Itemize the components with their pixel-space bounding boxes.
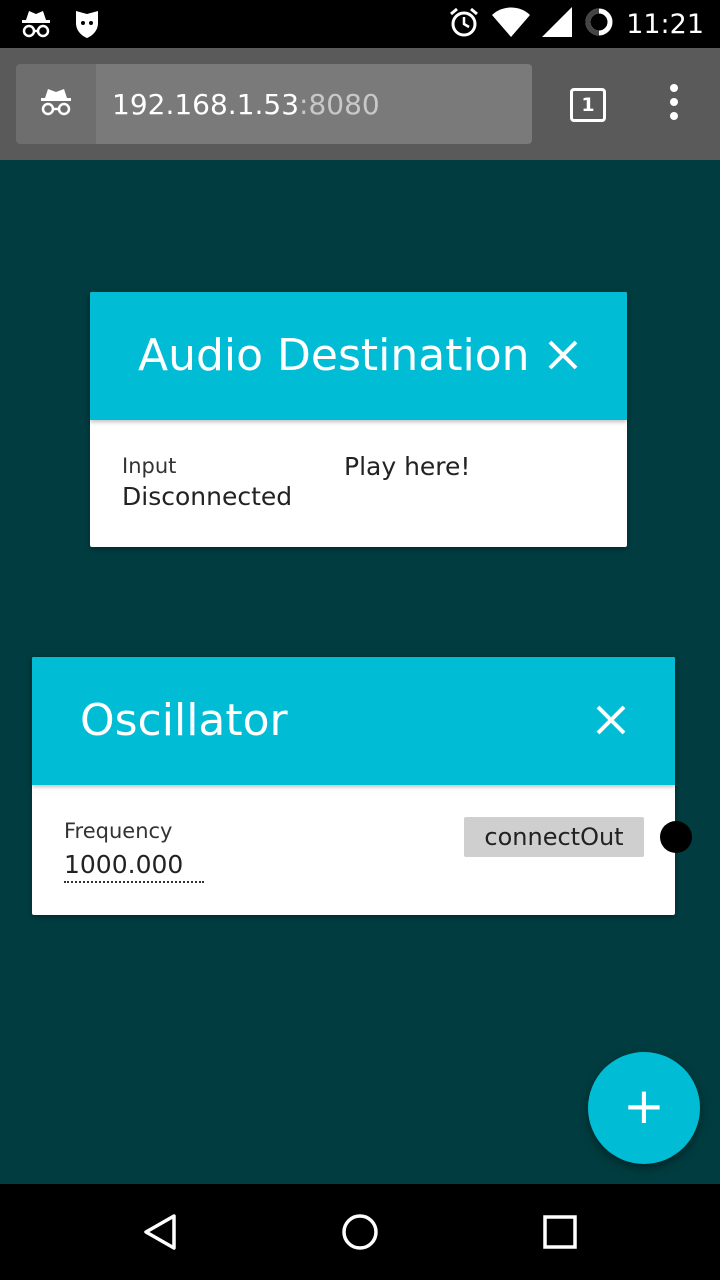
add-node-button[interactable]: + bbox=[588, 1052, 700, 1164]
frequency-label: Frequency bbox=[64, 819, 173, 843]
output-port-handle[interactable] bbox=[660, 821, 692, 853]
frequency-input[interactable] bbox=[64, 847, 204, 883]
card-header: Audio Destination bbox=[90, 292, 627, 420]
signal-icon bbox=[542, 7, 573, 41]
clock-time: 11:21 bbox=[626, 8, 704, 40]
back-icon[interactable] bbox=[140, 1212, 180, 1256]
audio-destination-card: Audio Destination Input Disconnected Pla… bbox=[90, 292, 627, 547]
tab-switcher-button[interactable]: 1 bbox=[570, 88, 606, 122]
incognito-badge-button[interactable] bbox=[16, 64, 96, 144]
url-host: 192.168.1.53 bbox=[112, 87, 300, 121]
connect-out-button[interactable]: connectOut bbox=[464, 817, 644, 857]
card-header: Oscillator bbox=[32, 657, 675, 785]
play-here-text: Play here! bbox=[344, 452, 471, 481]
close-icon[interactable] bbox=[594, 703, 628, 737]
input-status: Disconnected bbox=[122, 482, 293, 511]
recents-icon[interactable] bbox=[542, 1214, 578, 1254]
browser-toolbar: 192.168.1.53:8080 1 bbox=[0, 48, 720, 160]
oscillator-card: Oscillator Frequency connectOut bbox=[32, 657, 692, 915]
incognito-icon bbox=[38, 86, 74, 122]
url-port: :8080 bbox=[299, 87, 380, 121]
home-icon[interactable] bbox=[340, 1212, 380, 1256]
card-title: Audio Destination bbox=[138, 330, 530, 381]
overflow-menu-button[interactable] bbox=[662, 84, 686, 128]
url-bar[interactable]: 192.168.1.53:8080 bbox=[96, 64, 532, 144]
card-title: Oscillator bbox=[80, 695, 288, 746]
incognito-icon bbox=[20, 8, 52, 44]
input-label: Input bbox=[122, 454, 177, 478]
battery-icon bbox=[584, 7, 614, 41]
alarm-icon bbox=[448, 6, 480, 42]
status-bar: 11:21 bbox=[0, 0, 720, 48]
close-icon[interactable] bbox=[546, 338, 580, 372]
cat-shield-icon bbox=[74, 9, 100, 43]
navigation-bar bbox=[0, 1184, 720, 1280]
wifi-icon bbox=[492, 7, 531, 41]
